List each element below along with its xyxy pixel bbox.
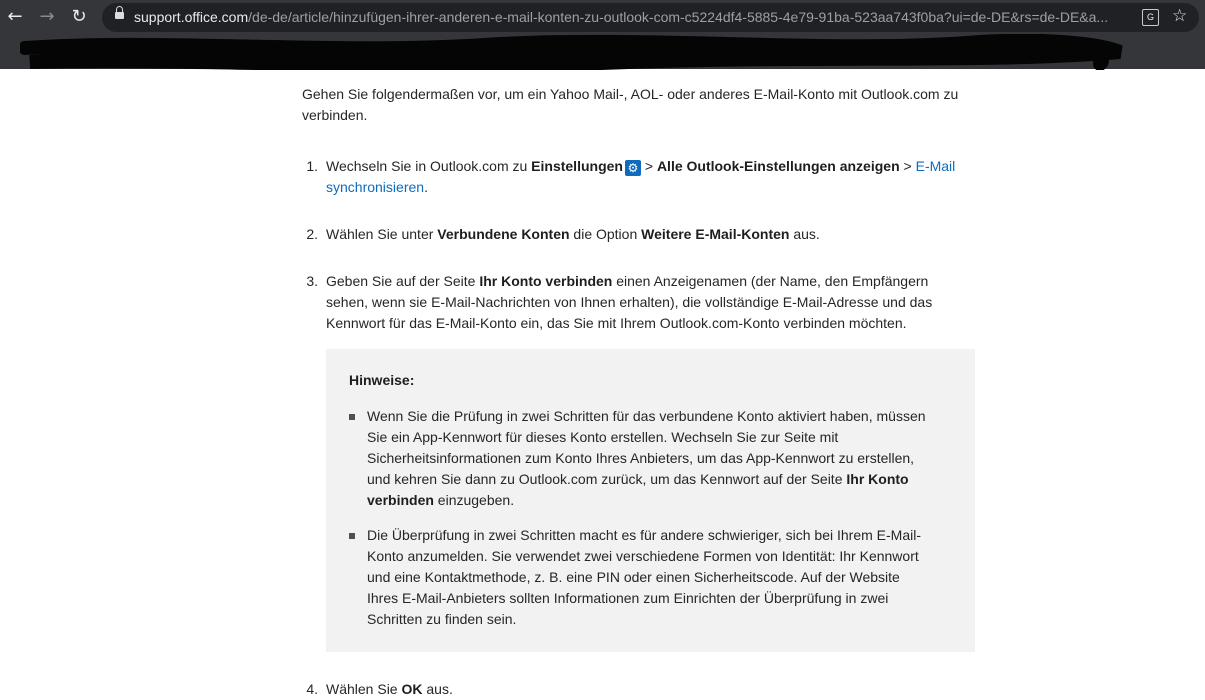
step-bold: Weitere E-Mail-Konten [641, 226, 790, 242]
settings-gear-icon: ⚙ [624, 160, 641, 176]
step-text: > [640, 158, 657, 174]
lock-icon[interactable] [115, 6, 124, 19]
reload-icon[interactable]: ↻ [68, 6, 90, 28]
browser-toolbar: ← → ↻ support.office.com/de-de/article/h… [0, 0, 1205, 70]
back-arrow-icon[interactable]: ← [4, 6, 26, 28]
url-path: /de-de/article/hinzufügen-ihrer-anderen-… [248, 9, 1109, 25]
bullet-icon [349, 414, 355, 420]
forward-arrow-icon[interactable]: → [36, 6, 58, 28]
note-text: Die Überprüfung in zwei Schritten macht … [367, 527, 922, 627]
step-text: Geben Sie auf der Seite [326, 273, 480, 289]
step-text: aus. [422, 681, 453, 697]
step-number: 3. [306, 273, 318, 289]
step-bold: Einstellungen [531, 158, 623, 174]
step-text: Wechseln Sie in Outlook.com zu [326, 158, 532, 174]
step-text: die Option [569, 226, 642, 242]
step-2: 2. Wählen Sie unter Verbundene Konten di… [302, 224, 974, 245]
note-item: Wenn Sie die Prüfung in zwei Schritten f… [349, 406, 929, 511]
step-bold: Alle Outlook-Einstellungen anzeigen [656, 158, 900, 174]
notes-title: Hinweise: [349, 372, 415, 388]
address-bar[interactable]: support.office.com/de-de/article/hinzufü… [102, 3, 1199, 32]
step-number: 2. [306, 226, 318, 242]
url-text[interactable]: support.office.com/de-de/article/hinzufü… [134, 9, 1114, 26]
bullet-icon [349, 533, 355, 539]
note-text: einzugeben. [433, 492, 515, 508]
step-1: 1. Wechseln Sie in Outlook.com zu Einste… [302, 156, 974, 198]
step-3: 3. Geben Sie auf der Seite Ihr Konto ver… [302, 271, 974, 334]
redaction-scribble [20, 34, 1123, 70]
notes-box: Hinweise: Wenn Sie die Prüfung in zwei S… [326, 349, 975, 652]
step-text: aus. [789, 226, 820, 242]
bookmark-star-icon[interactable]: ☆ [1172, 6, 1187, 26]
step-text: Wählen Sie unter [326, 226, 438, 242]
url-host: support.office.com [134, 9, 249, 25]
translate-icon[interactable]: G [1142, 9, 1159, 26]
step-bold: Ihr Konto verbinden [479, 273, 613, 289]
step-bold: OK [401, 681, 423, 697]
step-text: . [424, 179, 428, 195]
step-text: > [899, 158, 916, 174]
step-number: 1. [306, 158, 318, 174]
note-text: Wenn Sie die Prüfung in zwei Schritten f… [367, 408, 926, 487]
step-bold: Verbundene Konten [437, 226, 570, 242]
note-item: Die Überprüfung in zwei Schritten macht … [349, 525, 929, 630]
intro-paragraph: Gehen Sie folgendermaßen vor, um ein Yah… [302, 86, 959, 123]
step-text: Wählen Sie [326, 681, 402, 697]
